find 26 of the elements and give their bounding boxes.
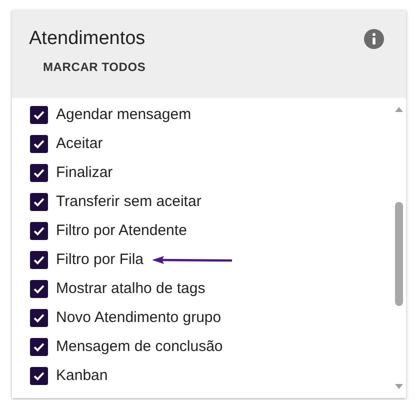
option-label: Mostrar atalho de tags bbox=[56, 280, 206, 297]
option-label: Filtro por Fila bbox=[56, 251, 144, 268]
checkbox[interactable] bbox=[30, 134, 48, 152]
option-label: Transferir sem aceitar bbox=[56, 193, 202, 210]
option-label: Mensagem de conclusão bbox=[56, 338, 223, 355]
checkbox[interactable] bbox=[30, 106, 48, 124]
info-icon[interactable] bbox=[364, 29, 384, 49]
checkbox[interactable] bbox=[30, 338, 48, 356]
scrollbar-thumb[interactable] bbox=[395, 202, 403, 306]
option-label: Novo Atendimento grupo bbox=[56, 309, 222, 326]
checkbox[interactable] bbox=[30, 280, 48, 298]
checkbox[interactable] bbox=[30, 308, 48, 326]
checkbox[interactable] bbox=[30, 192, 48, 210]
option-label: Kanban bbox=[56, 367, 108, 384]
scroll-up-icon[interactable] bbox=[394, 106, 404, 114]
checkbox[interactable] bbox=[30, 250, 48, 268]
checkbox[interactable] bbox=[30, 366, 48, 384]
option-label: Agendar mensagem bbox=[56, 106, 192, 123]
option-label: Filtro por Atendente bbox=[56, 222, 187, 239]
option-label: Finalizar bbox=[56, 164, 113, 181]
scroll-down-icon[interactable] bbox=[394, 382, 404, 390]
mark-all-button[interactable]: MARCAR TODOS bbox=[43, 56, 146, 78]
checkbox[interactable] bbox=[30, 222, 48, 240]
checkbox[interactable] bbox=[30, 164, 48, 182]
card-title: Atendimentos bbox=[29, 28, 146, 50]
option-label: Aceitar bbox=[56, 135, 103, 152]
